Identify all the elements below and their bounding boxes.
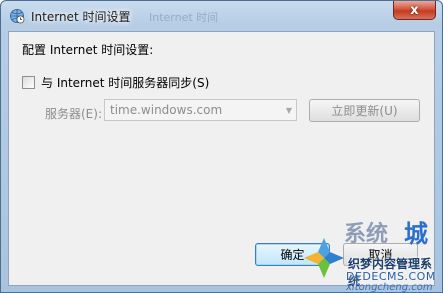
server-label: 服务器(E):	[45, 107, 102, 121]
sync-checkbox[interactable]	[22, 76, 35, 89]
close-icon: x	[410, 2, 419, 18]
update-now-button[interactable]: 立即更新(U)	[309, 99, 420, 122]
sync-option[interactable]: 与 Internet 时间服务器同步(S)	[22, 74, 209, 91]
dialog-heading: 配置 Internet 时间设置:	[22, 43, 154, 57]
sync-checkbox-label[interactable]: 与 Internet 时间服务器同步(S)	[41, 74, 209, 91]
background-window-title: Internet 时间	[149, 11, 219, 24]
dialog-content: 配置 Internet 时间设置: 与 Internet 时间服务器同步(S) …	[8, 31, 435, 286]
cancel-button[interactable]: 取消	[343, 243, 418, 266]
ok-button[interactable]: 确定	[255, 243, 330, 266]
window-title: Internet 时间设置	[31, 10, 131, 24]
title-bar[interactable]: Internet 时间设置 Internet 时间 x	[1, 1, 442, 31]
server-value: time.windows.com	[110, 103, 223, 117]
globe-clock-icon	[10, 9, 25, 24]
server-combobox[interactable]: time.windows.com ▼	[104, 99, 297, 121]
dialog-window: Internet 时间设置 Internet 时间 x 配置 Internet …	[0, 0, 443, 293]
chevron-down-icon[interactable]: ▼	[282, 106, 296, 115]
close-button[interactable]: x	[393, 1, 436, 20]
